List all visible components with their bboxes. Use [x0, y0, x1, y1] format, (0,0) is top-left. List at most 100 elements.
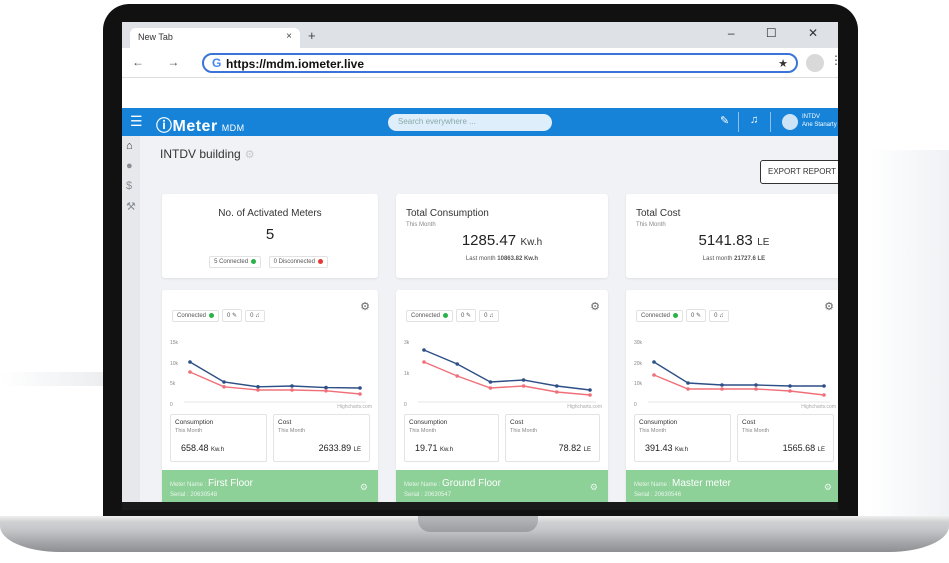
meter-gear-icon[interactable]: ⚙ [824, 482, 832, 493]
notes-pill[interactable]: 0 ✎ [686, 309, 707, 322]
series-point[interactable] [754, 387, 758, 391]
header-divider [770, 112, 771, 132]
series-point[interactable] [422, 348, 426, 352]
card-subtitle: This Month [406, 222, 436, 228]
series-point[interactable] [686, 387, 690, 391]
cost-number: 78.82 [558, 443, 582, 453]
home-icon[interactable]: ⌂ [126, 140, 133, 152]
status-pills: Connected 0 ✎ 0 ♫ [636, 304, 732, 322]
series-point[interactable] [652, 360, 656, 364]
series-line-1 [423, 349, 591, 391]
user-avatar[interactable] [782, 114, 798, 130]
series-point[interactable] [290, 388, 294, 392]
meter-name-value: First Floor [208, 478, 254, 489]
profile-avatar-icon[interactable] [806, 54, 824, 72]
cost-unit: LE [353, 447, 361, 453]
series-point[interactable] [521, 378, 526, 382]
series-point[interactable] [555, 390, 559, 394]
address-bar[interactable]: G https://mdm.iometer.live ★ [202, 53, 798, 73]
series-point[interactable] [222, 380, 226, 384]
dollar-icon[interactable]: $ [126, 180, 132, 192]
alerts-count: 0 [250, 313, 254, 319]
export-report-button[interactable]: EXPORT REPORT [760, 160, 838, 184]
meter-gear-icon[interactable]: ⚙ [360, 482, 368, 493]
last-month-label: Last month [702, 256, 733, 262]
series-point[interactable] [290, 384, 294, 388]
browser-menu-icon[interactable]: ⋮ [830, 53, 838, 67]
meter-gear-icon[interactable]: ⚙ [590, 482, 598, 493]
series-point[interactable] [822, 384, 826, 388]
consumption-sub: This Month [639, 428, 667, 434]
app-logo[interactable]: ⓘMeter MDM [156, 112, 245, 136]
series-point[interactable] [455, 374, 459, 378]
chart-credit: Highcharts.com [567, 404, 602, 410]
series-point[interactable] [256, 385, 260, 389]
series-point[interactable] [588, 393, 592, 397]
series-point[interactable] [788, 384, 792, 388]
series-point[interactable] [488, 380, 493, 384]
last-month-label: Last month [465, 256, 496, 262]
last-month-value: 10863.82 Kw.h [497, 256, 539, 262]
meter-card: Connected 0 ✎ 0 ♫ ⚙ 15k 10k 5k 0 Highcharts.com C… [162, 290, 378, 510]
meter-card: Connected 0 ✎ 0 ♫ ⚙ 3k 1k 0 Highcharts.com Consu… [396, 290, 608, 510]
cost-value: 2633.89 LE [319, 443, 361, 453]
consumption-box: Consumption This Month 19.71 Kw.h [404, 414, 499, 462]
series-point[interactable] [588, 388, 592, 392]
logo-suffix: MDM [221, 123, 245, 133]
bookmark-star-icon[interactable]: ★ [778, 57, 788, 70]
alerts-pill[interactable]: 0 ♫ [709, 310, 729, 322]
series-point[interactable] [358, 392, 362, 396]
series-point[interactable] [422, 360, 426, 364]
series-point[interactable] [788, 389, 792, 393]
window-controls[interactable]: – ☐ ✕ [728, 26, 832, 40]
series-point[interactable] [455, 362, 459, 366]
card-title: No. of Activated Meters [218, 208, 322, 219]
new-tab-button[interactable]: + [308, 28, 316, 43]
series-point[interactable] [720, 383, 724, 387]
series-point[interactable] [188, 370, 192, 374]
series-point[interactable] [555, 384, 559, 388]
alerts-pill[interactable]: 0 ♫ [245, 310, 265, 322]
cost-number: 2633.89 [318, 443, 352, 453]
alerts-pill[interactable]: 0 ♫ [479, 310, 499, 322]
connection-pills: 5 Connected 0 Disconnected [162, 250, 378, 268]
series-point[interactable] [256, 388, 260, 392]
edit-note-icon[interactable]: ✎ [720, 114, 729, 127]
series-point[interactable] [521, 384, 526, 388]
app-header: ☰ ⓘMeter MDM Search everywhere ... ✎ ♫ IN… [122, 108, 838, 136]
notes-count: 0 [691, 313, 695, 319]
user-info[interactable]: INTDV Ane Stanarty [802, 113, 837, 129]
url-text[interactable]: https://mdm.iometer.live [226, 57, 364, 71]
wrench-icon[interactable]: ⚒ [126, 200, 136, 213]
user-icon[interactable]: ● [126, 160, 133, 172]
meter-settings-icon[interactable]: ⚙ [360, 300, 370, 313]
consumption-value: 391.43 Kw.h [645, 443, 688, 453]
cost-sub: This Month [742, 428, 770, 434]
series-point[interactable] [686, 381, 690, 385]
bell-icon: ♫ [489, 313, 494, 319]
browser-tab[interactable]: New Tab × [130, 28, 300, 48]
chart-credit: Highcharts.com [801, 404, 836, 410]
tab-close-icon[interactable]: × [286, 31, 292, 42]
cost-sub: This Month [510, 428, 538, 434]
meter-settings-icon[interactable]: ⚙ [590, 300, 600, 313]
meter-settings-icon[interactable]: ⚙ [824, 300, 834, 313]
search-input[interactable]: Search everywhere ... [388, 114, 552, 131]
series-point[interactable] [324, 385, 328, 390]
series-point[interactable] [358, 386, 362, 390]
series-point[interactable] [324, 389, 328, 393]
notes-pill[interactable]: 0 ✎ [222, 309, 243, 322]
series-point[interactable] [222, 385, 226, 389]
series-point[interactable] [720, 387, 724, 391]
notes-pill[interactable]: 0 ✎ [456, 309, 477, 322]
hamburger-menu-icon[interactable]: ☰ [130, 113, 143, 130]
settings-gear-icon[interactable]: ⚙ [245, 149, 255, 161]
series-point[interactable] [488, 386, 493, 390]
meter-name: Meter Name : Master meter [634, 478, 731, 489]
consumption-box: Consumption This Month 658.48 Kw.h [170, 414, 267, 462]
series-point[interactable] [652, 373, 656, 377]
series-point[interactable] [822, 393, 826, 397]
bell-icon[interactable]: ♫ [750, 114, 758, 126]
series-point[interactable] [188, 360, 192, 364]
series-point[interactable] [754, 383, 758, 387]
